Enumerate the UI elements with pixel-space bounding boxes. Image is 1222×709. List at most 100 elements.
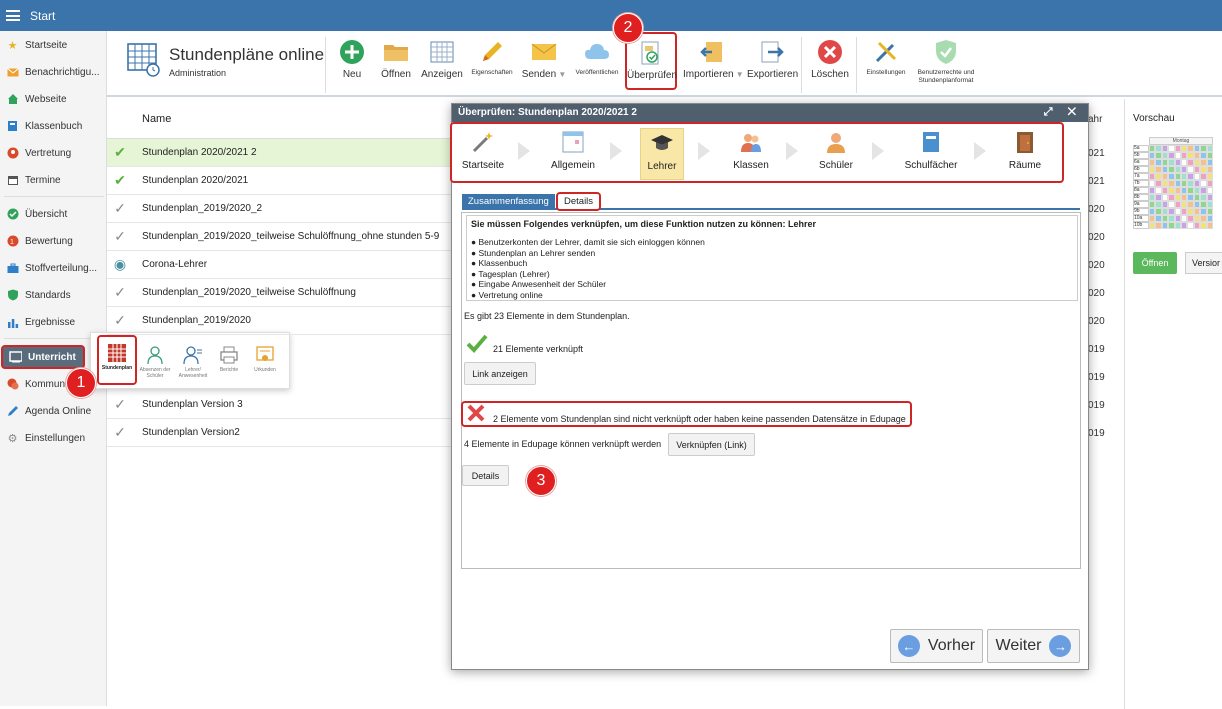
verknuepfen-link-button[interactable]: Verknüpfen (Link)	[668, 433, 755, 456]
requirement-text: Stundenplan an Lehrer senden	[478, 247, 596, 258]
requirement-text: Eingabe Anwesenheit der Schüler	[478, 279, 607, 289]
requirement-item: ● Vertretung online	[471, 290, 1073, 301]
elements-count-text: Es gibt 23 Elemente in dem Stundenplan.	[464, 311, 630, 321]
weiter-button[interactable]: Weiter →	[987, 629, 1080, 663]
preview-class-label: 5b	[1133, 152, 1149, 159]
sidebar-item-termine[interactable]: Termine	[0, 169, 106, 191]
dialog-window-controls[interactable]: ⤢ ✕	[1044, 106, 1082, 119]
vorher-button[interactable]: ← Vorher	[890, 629, 983, 663]
dialog-title: Überprüfen: Stundenplan 2020/2021 2	[458, 107, 637, 118]
top-bar: Start	[0, 0, 1222, 31]
preview-cell	[1206, 194, 1213, 201]
table-row[interactable]: ✔ Stundenplan 2020/2021	[107, 167, 452, 195]
sidebar-item-webseite[interactable]: Webseite	[0, 88, 106, 110]
flyout-item-urkunden[interactable]: Urkunden	[247, 339, 283, 383]
details-button[interactable]: Details	[462, 465, 509, 486]
table-row[interactable]: ◉ Corona-Lehrer	[107, 251, 452, 279]
preview-title: Vorschau	[1133, 113, 1175, 124]
table-row[interactable]: ✓ Stundenplan_2019/2020	[107, 307, 452, 335]
sidebar-item-startseite[interactable]: ★ Startseite	[0, 34, 106, 56]
sidebar-item-benachrichtigungen[interactable]: Benachrichtigu...	[0, 61, 106, 83]
table-row[interactable]: ✓ Stundenplan Version 3	[107, 391, 452, 419]
anzeigen-button[interactable]: Anzeigen	[421, 39, 463, 80]
table-row[interactable]: ✔ Stundenplan 2020/2021 2	[107, 139, 452, 167]
benutzerrechte-button[interactable]: Benutzerrechte und Stundenplanformat	[915, 40, 977, 85]
preview-cell	[1206, 208, 1213, 215]
row-name: Stundenplan_2019/2020_2	[142, 203, 263, 214]
step-schulfaecher[interactable]: Schulfächer	[902, 128, 960, 180]
loeschen-button[interactable]: Löschen	[811, 39, 849, 80]
sidebar-item-uebersicht[interactable]: Übersicht	[0, 203, 106, 225]
sidebar-item-einstellungen[interactable]: ⚙ Einstellungen	[0, 427, 106, 449]
cloud-icon	[584, 39, 610, 65]
table-row[interactable]: ✓ Stundenplan_2019/2020_2	[107, 195, 452, 223]
sidebar-item-vertretung[interactable]: Vertretung	[0, 142, 106, 164]
row-year: 020	[1088, 260, 1105, 271]
sidebar-item-agenda-online[interactable]: Agenda Online	[0, 400, 106, 422]
eigenschaften-button[interactable]: Eigenschaften	[469, 42, 515, 76]
row-year: 020	[1088, 204, 1105, 215]
row-name: Stundenplan_2019/2020_teilweise Schulöff…	[142, 287, 356, 298]
hamburger-menu-icon[interactable]	[6, 10, 20, 21]
table-row[interactable]: ✓ Stundenplan_2019/2020_teilweise Schulöf…	[107, 223, 452, 251]
flyout-item-berichte[interactable]: Berichte	[211, 339, 247, 383]
bullet-icon: ●	[471, 289, 479, 300]
einstellungen-button[interactable]: Einstellungen	[863, 41, 909, 76]
folder-icon	[383, 39, 409, 65]
table-row[interactable]: ✓ Stundenplan_2019/2020_teilweise Schulöf…	[107, 279, 452, 307]
step-klassen[interactable]: Klassen	[726, 128, 776, 180]
tab-zusammenfassung[interactable]: Zusammenfassung	[462, 194, 555, 210]
column-name-header: Name	[142, 113, 172, 125]
preview-cell	[1206, 145, 1213, 152]
exportieren-button[interactable]: Exportieren	[747, 39, 798, 80]
step-raeume[interactable]: Räume	[1002, 128, 1048, 180]
neu-button[interactable]: Neu	[339, 39, 365, 80]
senden-button[interactable]: Senden ▼	[521, 39, 567, 80]
sidebar-item-klassenbuch[interactable]: Klassenbuch	[0, 115, 106, 137]
wand-icon	[471, 130, 495, 154]
link-anzeigen-button[interactable]: Link anzeigen	[464, 362, 536, 385]
book-icon	[6, 120, 19, 133]
requirements-box: Sie müssen Folgendes verknüpfen, um dies…	[466, 215, 1078, 301]
importieren-button[interactable]: Importieren ▼	[683, 39, 744, 80]
row-name: Stundenplan 2020/2021 2	[142, 147, 257, 158]
row-year: 019	[1088, 428, 1105, 439]
requirement-text: Tagesplan (Lehrer)	[478, 268, 550, 279]
flyout-item-lehrer-anwesenheit[interactable]: Lehrer/ Anwesenheit	[175, 339, 211, 383]
step-startseite[interactable]: Startseite	[458, 128, 508, 180]
oeffnen-button[interactable]: Öffnen	[381, 39, 411, 80]
sidebar-item-unterricht[interactable]: Unterricht	[1, 345, 85, 369]
envelope-icon	[6, 66, 19, 79]
shield-icon	[6, 289, 19, 302]
step-schueler[interactable]: Schüler	[814, 128, 858, 180]
app-title: Stundenpläne online	[169, 45, 325, 64]
app-header: Stundenpläne online Administration Neu Ö…	[107, 31, 1222, 97]
step-badge-1: 1	[66, 368, 96, 398]
sidebar-item-standards[interactable]: Standards	[0, 284, 106, 306]
preview-open-button[interactable]: Öffnen	[1133, 252, 1177, 274]
unterricht-flyout-menu: Stundenplan Absenzen der Schüler Lehrer/…	[90, 332, 290, 389]
veroeffentlichen-button[interactable]: Veröffentlichen	[573, 44, 621, 76]
row-year: 021	[1088, 176, 1105, 187]
requirement-text: Vertretung online	[478, 289, 543, 300]
sidebar-item-bewertung[interactable]: 1 Bewertung	[0, 230, 106, 252]
preview-cell	[1206, 201, 1213, 208]
gear-icon: ⚙	[7, 432, 18, 445]
check-dialog: Überprüfen: Stundenplan 2020/2021 2 ⤢ ✕ …	[450, 103, 1089, 670]
bullet-icon: ●	[471, 258, 479, 268]
tab-details[interactable]: Details	[556, 192, 602, 211]
preview-class-label: 8b	[1133, 194, 1149, 201]
preview-version-button[interactable]: Versior	[1185, 252, 1222, 274]
sidebar-item-stoffverteilung[interactable]: Stoffverteilung...	[0, 257, 106, 279]
step-allgemein[interactable]: Allgemein	[548, 128, 598, 180]
arrow-left-icon: ←	[897, 635, 920, 657]
step-lehrer[interactable]: Lehrer	[640, 128, 684, 180]
table-row[interactable]: ✓ Stundenplan Version2	[107, 419, 452, 447]
bar-chart-icon	[6, 316, 19, 329]
sidebar-item-ergebnisse[interactable]: Ergebnisse	[0, 311, 106, 333]
flyout-item-stundenplan[interactable]: Stundenplan	[97, 335, 137, 385]
preview-class-label: 10b	[1133, 222, 1149, 229]
flyout-item-absenzen[interactable]: Absenzen der Schüler	[137, 339, 173, 383]
import-icon	[700, 39, 726, 65]
check-circle-icon	[6, 208, 19, 221]
